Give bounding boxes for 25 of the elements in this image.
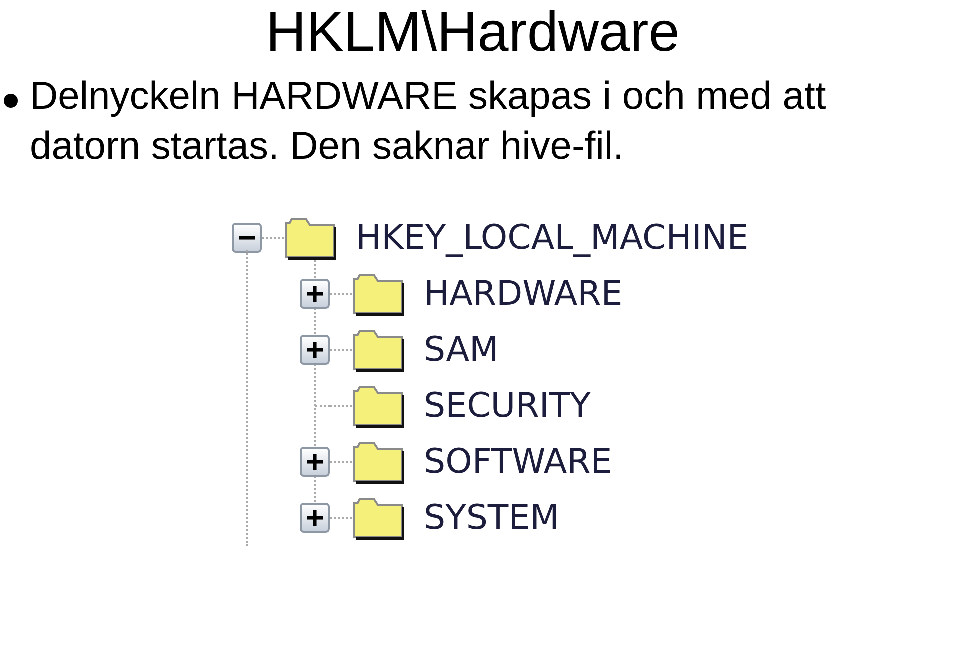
tree-item[interactable]: HKEY_LOCAL_MACHINE: [356, 218, 749, 258]
plus-icon: [307, 510, 323, 526]
expand-button[interactable]: [300, 447, 330, 477]
plus-icon: [307, 454, 323, 470]
expand-button[interactable]: [300, 279, 330, 309]
tree-item[interactable]: SOFTWARE: [424, 442, 612, 482]
folder-icon: [352, 495, 404, 541]
plus-icon: [307, 342, 323, 358]
tree-item[interactable]: SECURITY: [424, 386, 591, 426]
slide-title: HKLM\Hardware: [266, 0, 681, 64]
folder-icon: [352, 383, 404, 429]
expand-button[interactable]: [300, 503, 330, 533]
plus-icon: [307, 286, 323, 302]
folder-icon: [284, 215, 336, 261]
folder-icon: [352, 439, 404, 485]
bullet-text: Delnyckeln HARDWARE skapas i och med att datorn startas. Den saknar hive-fil.: [30, 74, 828, 170]
expand-button[interactable]: [300, 335, 330, 365]
tree-item[interactable]: HARDWARE: [424, 274, 623, 314]
tree-item[interactable]: SYSTEM: [424, 498, 560, 538]
tree-item[interactable]: SAM: [424, 330, 499, 370]
minus-icon: [239, 236, 255, 240]
bullet-icon: [4, 94, 18, 108]
folder-icon: [352, 271, 404, 317]
collapse-button[interactable]: [232, 223, 262, 253]
folder-icon: [352, 327, 404, 373]
